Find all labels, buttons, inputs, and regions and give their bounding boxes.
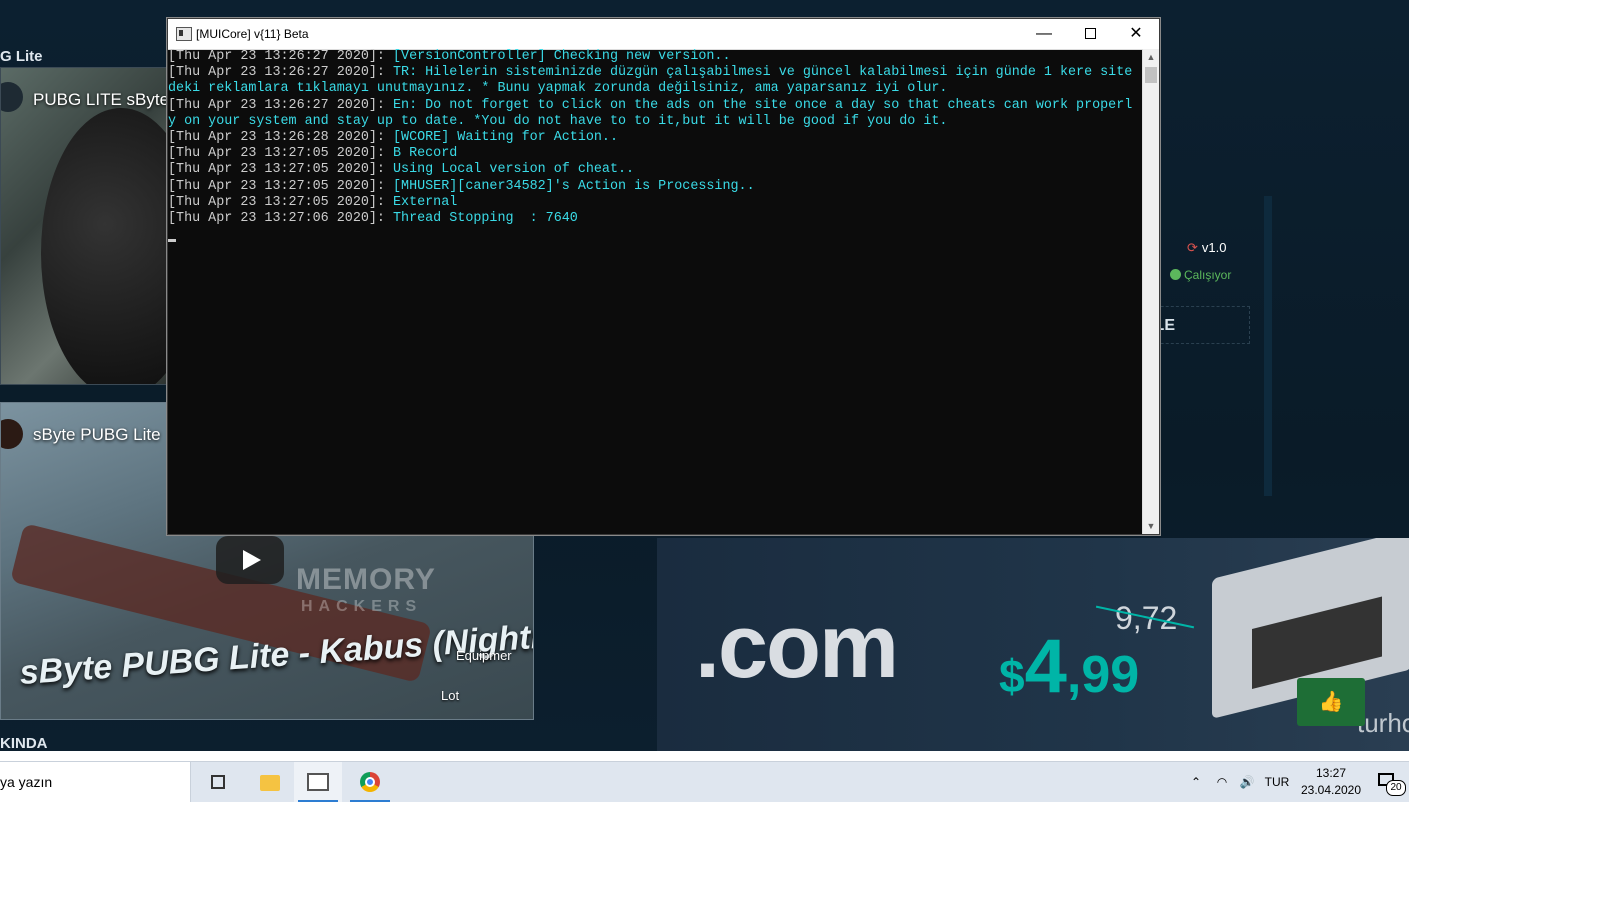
network-icon[interactable]: ◠ xyxy=(1212,762,1232,802)
console-timestamp: [Thu Apr 23 13:27:05 2020]: xyxy=(168,146,393,162)
maximize-icon xyxy=(1084,28,1096,40)
ad-currency: $ xyxy=(999,650,1025,702)
console-timestamp: [Thu Apr 23 13:26:27 2020]: xyxy=(168,49,393,64)
window-title: [MUICore] v{11} Beta xyxy=(196,27,309,41)
console-message: [MHUSER][caner34582]'s Action is Process… xyxy=(393,178,755,194)
status-label: Çalışıyor xyxy=(1170,268,1231,282)
console-line: [Thu Apr 23 13:26:27 2020]: TR: Hileleri… xyxy=(168,65,1143,81)
window-titlebar[interactable]: [MUICore] v{11} Beta — ✕ xyxy=(168,19,1159,50)
console-message: External xyxy=(393,194,458,210)
maximize-button[interactable] xyxy=(1067,19,1113,49)
volume-icon[interactable]: 🔊 xyxy=(1236,762,1258,802)
console-message: B Record xyxy=(393,146,458,162)
info-icon xyxy=(1170,269,1181,280)
clock[interactable]: 13:27 23.04.2020 xyxy=(1298,765,1364,799)
task-view-icon xyxy=(211,775,225,789)
console-message: En: Do not forget to click on the ads on… xyxy=(393,97,1133,113)
active-indicator xyxy=(350,800,390,802)
chrome-icon xyxy=(360,772,380,792)
notification-center-button[interactable]: 20 xyxy=(1378,770,1406,796)
console-message: Thread Stopping : 7640 xyxy=(393,211,578,227)
console-window[interactable]: [MUICore] v{11} Beta — ✕ [Thu Apr 23 13:… xyxy=(167,18,1160,535)
console-output[interactable]: [Thu Apr 23 13:26:27 2020]: [VersionCont… xyxy=(168,49,1143,534)
console-line: [Thu Apr 23 13:27:05 2020]: B Record xyxy=(168,146,1143,162)
scrollbar-thumb[interactable] xyxy=(1145,67,1157,83)
console-timestamp: [Thu Apr 23 13:26:28 2020]: xyxy=(168,130,393,146)
version-label: ⟳ v1.0 xyxy=(1187,240,1226,256)
console-message: Using Local version of cheat.. xyxy=(393,162,635,178)
refresh-icon: ⟳ xyxy=(1187,240,1198,255)
watermark-bottom: HACKERS xyxy=(301,598,423,615)
folder-icon xyxy=(260,775,280,791)
console-line: [Thu Apr 23 13:27:05 2020]: Using Local … xyxy=(168,162,1143,178)
console-line: y on your system and stay up to date. *Y… xyxy=(168,114,1143,130)
console-line: [Thu Apr 23 13:26:28 2020]: [WCORE] Wait… xyxy=(168,130,1143,146)
version-text: v1.0 xyxy=(1201,240,1227,255)
scroll-up-icon[interactable]: ▲ xyxy=(1143,49,1159,65)
active-indicator xyxy=(298,800,338,802)
side-divider xyxy=(1264,196,1272,496)
console-timestamp: [Thu Apr 23 13:26:27 2020]: xyxy=(168,97,393,113)
ad-banner[interactable]: .com 9,72 $4,99 ‹ turho 👍 xyxy=(657,538,1409,751)
show-hidden-icons-button[interactable]: ⌃ xyxy=(1186,762,1206,802)
ad-price-dec: ,99 xyxy=(1066,646,1140,704)
video-thumbnail-1[interactable]: PUBG LITE sByte xyxy=(0,67,168,385)
console-message: [WCORE] Waiting for Action.. xyxy=(393,130,618,146)
channel-avatar[interactable] xyxy=(1,419,23,449)
ad-price-int: 4 xyxy=(1024,624,1067,709)
console-message: TR: Hilelerin sisteminizde düzgün çalışa… xyxy=(393,65,1133,81)
minimize-button[interactable]: — xyxy=(1021,19,1067,49)
console-timestamp: [Thu Apr 23 13:26:27 2020]: xyxy=(168,65,393,81)
console-app-icon xyxy=(176,27,192,41)
language-indicator[interactable]: TUR xyxy=(1262,762,1292,802)
taskbar: ya yazın ⌃ ◠ 🔊 TUR 13:27 23.04.2020 20 xyxy=(0,761,1409,802)
console-taskbar-button[interactable] xyxy=(294,762,342,802)
console-line: [Thu Apr 23 13:26:27 2020]: [VersionCont… xyxy=(168,49,1143,65)
console-scrollbar[interactable]: ▲ ▼ xyxy=(1142,49,1159,534)
status-text: Çalışıyor xyxy=(1184,268,1232,282)
close-button[interactable]: ✕ xyxy=(1113,19,1159,49)
console-line: [Thu Apr 23 13:27:06 2020]: Thread Stopp… xyxy=(168,211,1143,227)
notification-count: 20 xyxy=(1386,780,1406,796)
clock-time: 13:27 xyxy=(1315,766,1347,780)
scroll-down-icon[interactable]: ▼ xyxy=(1143,518,1159,534)
console-message: [VersionController] Checking new version… xyxy=(393,49,731,64)
thumbs-up-button[interactable]: 👍 xyxy=(1297,678,1365,726)
console-lines: [Thu Apr 23 13:26:27 2020]: [VersionCont… xyxy=(168,49,1143,227)
clock-date: 23.04.2020 xyxy=(1300,783,1362,797)
ad-price: $4,99 xyxy=(999,623,1139,710)
video2-title[interactable]: sByte PUBG Lite xyxy=(33,425,161,445)
console-message: deki reklamlara tıklamayı unutmayınız. *… xyxy=(168,81,948,97)
taskbar-search[interactable]: ya yazın xyxy=(0,762,191,802)
lot-label: Lot xyxy=(441,688,460,703)
console-line: [Thu Apr 23 13:26:27 2020]: En: Do not f… xyxy=(168,98,1143,114)
console-timestamp: [Thu Apr 23 13:27:05 2020]: xyxy=(168,162,393,178)
equipment-label: Equipmer xyxy=(456,648,512,663)
console-timestamp: [Thu Apr 23 13:27:05 2020]: xyxy=(168,194,393,210)
video1-title[interactable]: PUBG LITE sByte xyxy=(33,90,167,110)
channel-avatar[interactable] xyxy=(1,82,23,112)
watermark-top: MEMORY xyxy=(296,563,436,596)
search-text[interactable]: ya yazın xyxy=(0,774,52,790)
console-timestamp: [Thu Apr 23 13:27:06 2020]: xyxy=(168,211,393,227)
bottom-section-label: KINDA xyxy=(0,735,48,751)
console-icon xyxy=(307,773,329,791)
text-cursor xyxy=(168,239,176,243)
thumbs-up-icon: 👍 xyxy=(1318,691,1344,713)
console-line: deki reklamlara tıklamayı unutmayınız. *… xyxy=(168,81,1143,97)
video1-image xyxy=(41,108,167,384)
console-timestamp: [Thu Apr 23 13:27:05 2020]: xyxy=(168,178,393,194)
task-view-button[interactable] xyxy=(194,762,242,802)
ad-domain-text: .com xyxy=(695,597,899,697)
play-icon[interactable] xyxy=(216,536,284,584)
file-explorer-button[interactable] xyxy=(246,762,294,802)
console-line: [Thu Apr 23 13:27:05 2020]: External xyxy=(168,195,1143,211)
chrome-taskbar-button[interactable] xyxy=(346,762,394,802)
section-title: G Lite xyxy=(0,48,43,65)
console-line: [Thu Apr 23 13:27:05 2020]: [MHUSER][can… xyxy=(168,179,1143,195)
console-message: y on your system and stay up to date. *Y… xyxy=(168,113,948,129)
